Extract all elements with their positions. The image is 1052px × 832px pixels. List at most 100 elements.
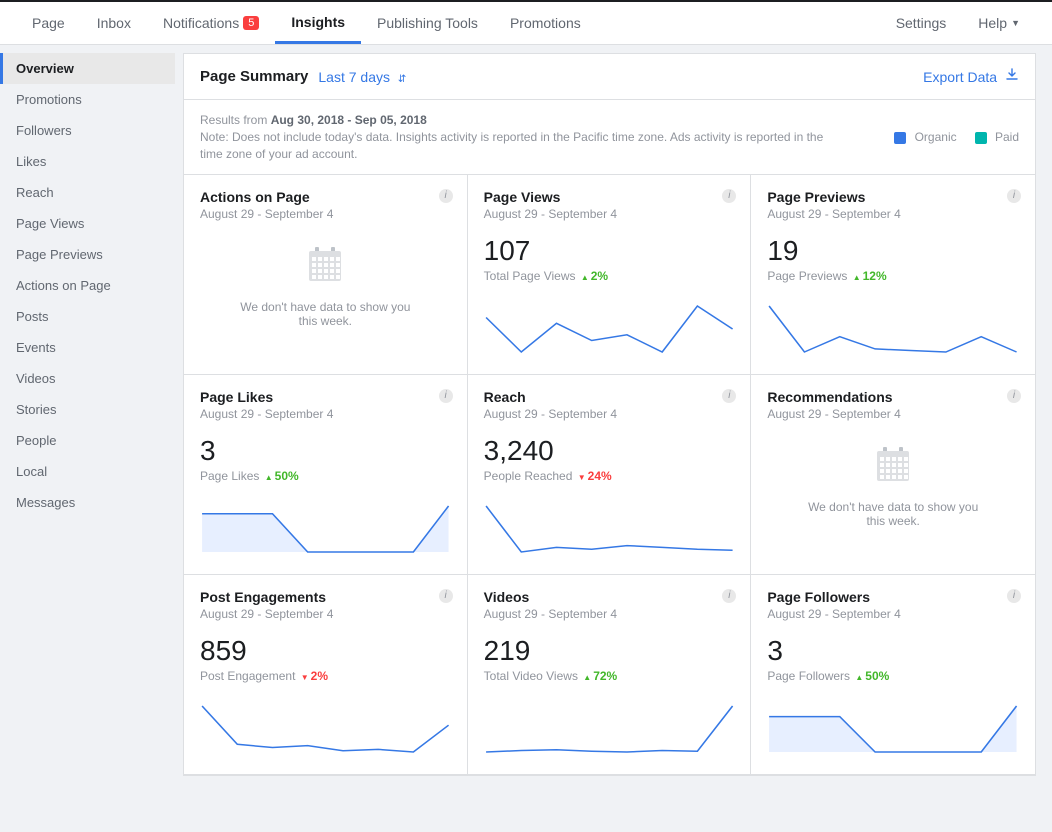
sparkline [484,299,735,354]
export-data-button[interactable]: Export Data [923,68,1019,85]
download-icon [1005,69,1019,85]
card-likes[interactable]: iPage LikesAugust 29 - September 43Page … [184,375,468,575]
nav-label: Inbox [97,15,131,31]
card-title: Page Previews [767,189,1019,205]
delta: 72% [581,669,617,683]
sidebar-item-local[interactable]: Local [0,456,175,487]
card-metric: 107 [484,235,735,267]
sidebar-item-events[interactable]: Events [0,332,175,363]
card-title: Page Views [484,189,735,205]
page-summary-title: Page Summary [200,68,308,85]
card-metric: 19 [767,235,1019,267]
metric-cards-grid: iActions on PageAugust 29 - September 4W… [184,175,1035,775]
sidebar-item-likes[interactable]: Likes [0,146,175,177]
no-data-text: We don't have data to show you this week… [200,300,451,328]
sidebar: OverviewPromotionsFollowersLikesReachPag… [0,45,175,784]
content-panel: Page Summary Last 7 days ⇵ Export Data R… [183,53,1036,776]
legend-organic-label: Organic [915,130,957,144]
sparkline [767,299,1019,354]
chevron-down-icon: ▼ [1011,18,1020,28]
card-title: Actions on Page [200,189,451,205]
card-sublabel: Page Previews 12% [767,269,1019,283]
sidebar-item-people[interactable]: People [0,425,175,456]
card-reach[interactable]: iReachAugust 29 - September 43,240People… [468,375,752,575]
calendar-icon [873,445,913,485]
card-sublabel: Total Video Views 72% [484,669,735,683]
info-icon[interactable]: i [439,189,453,203]
card-title: Reach [484,389,735,405]
sidebar-item-page-views[interactable]: Page Views [0,208,175,239]
card-engagements[interactable]: iPost EngagementsAugust 29 - September 4… [184,575,468,775]
nav-publishing-tools[interactable]: Publishing Tools [361,2,494,44]
card-metric: 859 [200,635,451,667]
card-date-range: August 29 - September 4 [767,407,1019,421]
sidebar-item-page-previews[interactable]: Page Previews [0,239,175,270]
legend: Organic Paid [894,130,1019,144]
card-date-range: August 29 - September 4 [767,607,1019,621]
card-previews[interactable]: iPage PreviewsAugust 29 - September 419P… [751,175,1035,375]
card-date-range: August 29 - September 4 [767,207,1019,221]
nav-label: Insights [291,14,345,30]
info-icon[interactable]: i [439,589,453,603]
card-videos[interactable]: iVideosAugust 29 - September 4219Total V… [468,575,752,775]
notifications-badge: 5 [243,16,259,30]
sidebar-item-followers[interactable]: Followers [0,115,175,146]
sort-icon: ⇵ [398,74,406,85]
legend-paid-label: Paid [995,130,1019,144]
card-metric: 3 [767,635,1019,667]
sidebar-item-stories[interactable]: Stories [0,394,175,425]
card-title: Page Followers [767,589,1019,605]
summary-header: Page Summary Last 7 days ⇵ Export Data [184,54,1035,100]
card-metric: 219 [484,635,735,667]
nav-notifications[interactable]: Notifications 5 [147,2,275,44]
no-data: We don't have data to show you this week… [200,245,451,328]
delta: 50% [263,469,299,483]
nav-inbox[interactable]: Inbox [81,2,147,44]
sidebar-item-reach[interactable]: Reach [0,177,175,208]
legend-organic: Organic [894,130,956,144]
card-date-range: August 29 - September 4 [484,407,735,421]
nav-label: Notifications [163,15,239,31]
sidebar-item-posts[interactable]: Posts [0,301,175,332]
export-label: Export Data [923,69,997,85]
nav-insights[interactable]: Insights [275,2,361,44]
sidebar-item-overview[interactable]: Overview [0,53,175,84]
card-title: Videos [484,589,735,605]
card-views[interactable]: iPage ViewsAugust 29 - September 4107Tot… [468,175,752,375]
nav-settings[interactable]: Settings [880,2,963,44]
delta: 24% [576,469,612,483]
info-icon[interactable]: i [439,389,453,403]
sidebar-item-promotions[interactable]: Promotions [0,84,175,115]
calendar-icon [305,245,345,285]
sidebar-item-videos[interactable]: Videos [0,363,175,394]
card-recs[interactable]: iRecommendationsAugust 29 - September 4W… [751,375,1035,575]
card-date-range: August 29 - September 4 [200,407,451,421]
legend-paid: Paid [975,130,1019,144]
card-chart [767,699,1019,754]
delta: 50% [853,669,889,683]
card-sublabel: People Reached 24% [484,469,735,483]
date-range-picker[interactable]: Last 7 days ⇵ [318,69,406,85]
no-data-text: We don't have data to show you this week… [767,500,1019,528]
sparkline [484,699,735,754]
results-prefix: Results from [200,113,271,127]
card-date-range: August 29 - September 4 [200,607,451,621]
card-date-range: August 29 - September 4 [484,607,735,621]
card-metric: 3 [200,435,451,467]
card-followers[interactable]: iPage FollowersAugust 29 - September 43P… [751,575,1035,775]
delta: 12% [851,269,887,283]
card-title: Page Likes [200,389,451,405]
nav-promotions[interactable]: Promotions [494,2,597,44]
card-chart [200,699,451,754]
nav-help[interactable]: Help▼ [962,2,1036,44]
card-sublabel: Page Followers 50% [767,669,1019,683]
nav-page[interactable]: Page [16,2,81,44]
sidebar-item-messages[interactable]: Messages [0,487,175,518]
sidebar-item-actions-on-page[interactable]: Actions on Page [0,270,175,301]
card-actions[interactable]: iActions on Page August 29 - September 4 W… [184,175,468,375]
card-date-range: August 29 - September 4 [200,207,451,221]
delta: 2% [579,269,608,283]
top-nav: Page Inbox Notifications 5 Insights Publishin… [0,0,1052,45]
results-note-text: Note: Does not include today's data. Ins… [200,130,823,161]
nav-label: Page [32,15,65,31]
